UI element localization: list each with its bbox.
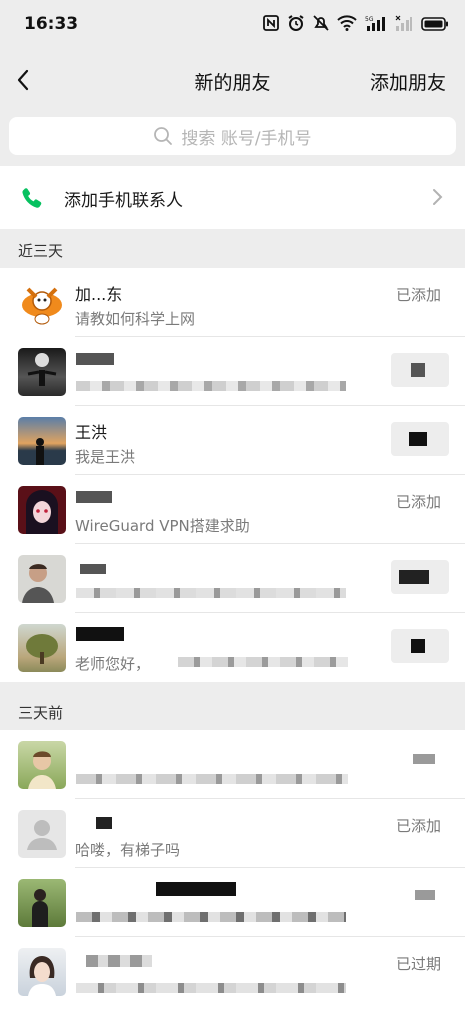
list-item[interactable]: WireGuard VPN搭建求助 已添加 bbox=[0, 475, 465, 544]
add-friends-button[interactable]: 添加朋友 bbox=[370, 68, 446, 95]
redacted-status bbox=[415, 890, 435, 900]
avatar bbox=[18, 624, 66, 672]
wifi-icon bbox=[337, 15, 357, 35]
signal-icon bbox=[395, 15, 413, 35]
redacted-message bbox=[76, 588, 346, 598]
status-bar: 16:33 5G bbox=[0, 0, 465, 50]
avatar bbox=[18, 348, 66, 396]
list-item[interactable] bbox=[0, 337, 465, 406]
avatar bbox=[18, 741, 66, 789]
avatar bbox=[18, 555, 66, 603]
avatar bbox=[18, 417, 66, 465]
view-button[interactable] bbox=[391, 560, 449, 594]
redacted-message bbox=[76, 912, 346, 922]
redacted-status bbox=[413, 754, 435, 764]
status-time: 16:33 bbox=[24, 14, 79, 34]
redacted-message bbox=[178, 657, 348, 667]
section-header-earlier: 三天前 bbox=[0, 692, 465, 730]
list-item[interactable] bbox=[0, 544, 465, 613]
list-item[interactable]: 加...东 请教如何科学上网 已添加 bbox=[0, 268, 465, 337]
redacted-message bbox=[76, 381, 346, 391]
redacted-name bbox=[80, 564, 106, 574]
earlier-requests-list: 哈喽，有梯子吗 已添加 已过期 bbox=[0, 730, 465, 1030]
friend-message: 哈喽，有梯子吗 bbox=[75, 841, 181, 859]
view-button[interactable] bbox=[391, 353, 449, 387]
list-item[interactable]: 哈喽，有梯子吗 已添加 bbox=[0, 799, 465, 868]
status-icons: 5G bbox=[263, 14, 449, 36]
view-button[interactable] bbox=[391, 629, 449, 663]
avatar bbox=[18, 810, 66, 858]
list-item[interactable] bbox=[0, 730, 465, 799]
redacted-message bbox=[76, 983, 346, 993]
redacted-name bbox=[76, 627, 124, 641]
redacted-name bbox=[76, 353, 114, 365]
alarm-icon bbox=[287, 14, 305, 36]
redacted-name bbox=[86, 955, 152, 967]
section-header-recent: 近三天 bbox=[0, 230, 465, 268]
section-label: 近三天 bbox=[18, 242, 64, 260]
friend-name: 加...东 bbox=[75, 285, 123, 304]
battery-icon bbox=[421, 16, 449, 35]
add-phone-contacts-label: 添加手机联系人 bbox=[64, 191, 183, 211]
recent-requests-list: 加...东 请教如何科学上网 已添加 王洪 我是王洪 WireGuard VPN… bbox=[0, 268, 465, 682]
search-input[interactable]: 搜索 账号/手机号 bbox=[9, 117, 456, 155]
nfc-icon bbox=[263, 15, 279, 35]
friend-message: 请教如何科学上网 bbox=[75, 310, 196, 328]
list-item[interactable] bbox=[0, 868, 465, 937]
friend-message: WireGuard VPN搭建求助 bbox=[75, 517, 250, 535]
svg-text:5G: 5G bbox=[365, 16, 374, 23]
section-label: 三天前 bbox=[18, 704, 64, 722]
redacted-name bbox=[76, 491, 112, 503]
status-label: 已添加 bbox=[395, 493, 441, 511]
avatar bbox=[18, 948, 66, 996]
search-icon bbox=[154, 127, 173, 145]
signal-5g-icon: 5G bbox=[365, 15, 387, 35]
list-item[interactable]: 王洪 我是王洪 bbox=[0, 406, 465, 475]
avatar bbox=[18, 879, 66, 927]
status-label: 已过期 bbox=[395, 955, 441, 973]
redacted-message bbox=[76, 774, 348, 784]
list-item[interactable]: 老师您好， bbox=[0, 613, 465, 682]
avatar bbox=[18, 279, 66, 327]
chevron-right-icon bbox=[433, 189, 443, 205]
list-item[interactable]: 已过期 bbox=[0, 937, 465, 1006]
friend-message: 老师您好， bbox=[75, 655, 151, 673]
friend-message: 我是王洪 bbox=[75, 448, 136, 466]
view-button[interactable] bbox=[391, 422, 449, 456]
redacted-name bbox=[156, 882, 236, 896]
redacted-name bbox=[96, 817, 112, 829]
status-label: 已添加 bbox=[395, 817, 441, 835]
add-phone-contacts-row[interactable]: 添加手机联系人 bbox=[0, 166, 465, 229]
default-avatar-icon bbox=[27, 820, 57, 850]
status-label: 已添加 bbox=[395, 286, 441, 304]
phone-icon bbox=[22, 188, 42, 208]
mute-icon bbox=[313, 14, 329, 36]
avatar bbox=[18, 486, 66, 534]
search-placeholder: 搜索 账号/手机号 bbox=[181, 128, 312, 149]
friend-name: 王洪 bbox=[75, 423, 108, 442]
